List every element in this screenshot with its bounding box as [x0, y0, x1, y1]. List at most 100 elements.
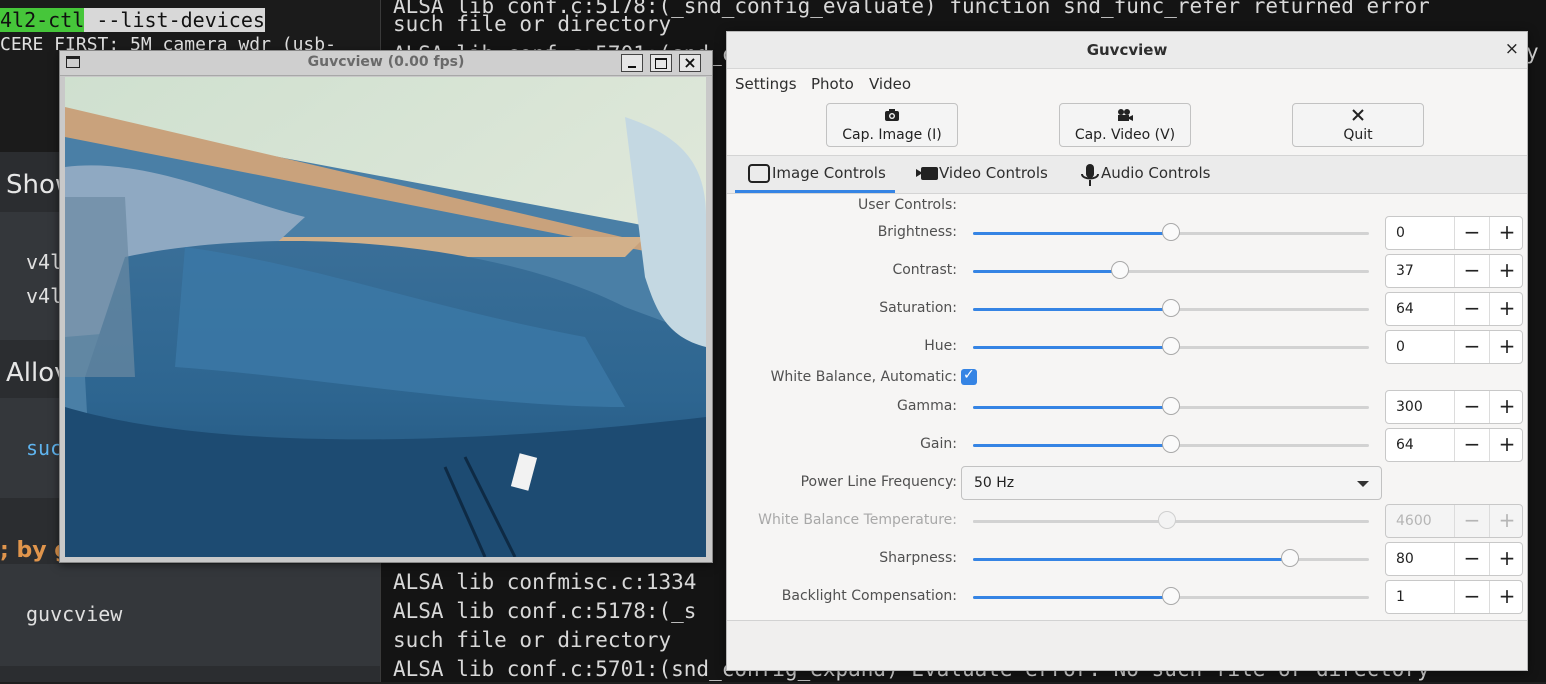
control-slider[interactable] — [973, 261, 1369, 279]
white-balance-auto-checkbox[interactable]: ✓ — [961, 367, 977, 385]
tab-label: Video Controls — [939, 164, 1048, 182]
decrement-button[interactable]: − — [1454, 331, 1489, 363]
control-value: 37 — [1396, 263, 1414, 279]
control-label: Gamma: — [897, 398, 957, 414]
section-label: User Controls: — [858, 197, 957, 213]
slider-knob — [1158, 511, 1177, 529]
slider-knob[interactable] — [1110, 261, 1129, 279]
increment-button: + — [1489, 505, 1524, 537]
control-value: 64 — [1396, 437, 1414, 453]
slider-knob[interactable] — [1162, 223, 1180, 241]
slider-fill — [973, 520, 1168, 523]
terminal-line: such file or directory — [393, 12, 672, 36]
increment-button[interactable]: + — [1489, 293, 1524, 325]
close-button[interactable]: × — [679, 53, 701, 72]
control-label: White Balance Temperature: — [758, 512, 957, 528]
decrement-button[interactable]: − — [1454, 543, 1489, 575]
close-window-button[interactable]: × — [1505, 39, 1519, 59]
decrement-button[interactable]: − — [1454, 581, 1489, 613]
increment-button[interactable]: + — [1489, 331, 1524, 363]
capture-video-button[interactable]: Cap. Video (V) — [1059, 103, 1191, 147]
video-preview-window[interactable]: Guvcview (0.00 fps) × — [59, 50, 713, 563]
slider-knob[interactable] — [1162, 397, 1180, 415]
control-slider[interactable] — [973, 435, 1369, 453]
slider-knob[interactable] — [1162, 337, 1180, 355]
slider-knob[interactable] — [1162, 299, 1180, 317]
section-header: User Controls: — [727, 194, 1527, 214]
status-area — [727, 620, 1527, 670]
menu-photo[interactable]: Photo — [811, 75, 854, 93]
control-slider[interactable] — [973, 223, 1369, 241]
control-label: Gain: — [920, 436, 957, 452]
controls-window-title: Guvcview — [1086, 41, 1168, 59]
close-icon — [1293, 108, 1423, 126]
control-slider[interactable] — [973, 397, 1369, 415]
microphone-icon — [1080, 164, 1100, 186]
increment-button[interactable]: + — [1489, 217, 1524, 249]
decrement-button[interactable]: − — [1454, 429, 1489, 461]
control-spinbutton[interactable]: 0 − + — [1385, 216, 1523, 250]
capture-image-button[interactable]: Cap. Image (I) — [826, 103, 958, 147]
slider-fill — [973, 558, 1290, 561]
menu-video[interactable]: Video — [869, 75, 911, 93]
white-balance-auto-label: White Balance, Automatic: — [770, 369, 957, 385]
control-slider[interactable] — [973, 587, 1369, 605]
increment-button[interactable]: + — [1489, 429, 1524, 461]
tab-image-controls[interactable]: Image Controls — [735, 156, 895, 193]
decrement-button[interactable]: − — [1454, 293, 1489, 325]
maximize-button[interactable] — [650, 54, 672, 72]
control-spinbutton[interactable]: 1 − + — [1385, 580, 1523, 614]
slider-fill — [973, 596, 1171, 599]
control-spinbutton[interactable]: 64 − + — [1385, 428, 1523, 462]
controls-window-header[interactable]: Guvcview × — [727, 32, 1527, 69]
control-slider[interactable] — [973, 299, 1369, 317]
decrement-button[interactable]: − — [1454, 391, 1489, 423]
control-value: 0 — [1396, 225, 1405, 241]
minimize-button[interactable] — [621, 54, 643, 72]
video-window-title: Guvcview (0.00 fps) — [307, 54, 465, 70]
slider-knob[interactable] — [1162, 435, 1180, 453]
slider-fill — [973, 346, 1171, 349]
control-spinbutton[interactable]: 37 − + — [1385, 254, 1523, 288]
tab-video-controls[interactable]: Video Controls — [915, 156, 1055, 193]
control-value: 80 — [1396, 551, 1414, 567]
decrement-button[interactable]: − — [1454, 255, 1489, 287]
control-label: Hue: — [924, 338, 957, 354]
quit-label: Quit — [1343, 127, 1373, 143]
contrast-row: Contrast: 37 − + — [727, 253, 1527, 289]
increment-button[interactable]: + — [1489, 581, 1524, 613]
control-slider[interactable] — [973, 337, 1369, 355]
increment-button[interactable]: + — [1489, 391, 1524, 423]
terminal-line: such file or directory — [393, 628, 672, 652]
menu-settings[interactable]: Settings — [735, 75, 797, 93]
backlight-compensation-row: Backlight Compensation: 1 − + — [727, 579, 1527, 615]
camera-frame-image — [65, 77, 706, 557]
power-line-frequency-label: Power Line Frequency: — [800, 474, 957, 490]
increment-button[interactable]: + — [1489, 543, 1524, 575]
slider-knob[interactable] — [1162, 587, 1180, 605]
control-spinbutton[interactable]: 300 − + — [1385, 390, 1523, 424]
power-line-frequency-select[interactable]: 50 Hz — [961, 466, 1382, 500]
video-camera-icon — [1060, 108, 1190, 126]
slider-knob[interactable] — [1280, 549, 1299, 567]
tab-audio-controls[interactable]: Audio Controls — [1079, 156, 1219, 193]
control-slider[interactable] — [973, 549, 1369, 567]
quit-button[interactable]: Quit — [1292, 103, 1424, 147]
control-spinbutton[interactable]: 80 − + — [1385, 542, 1523, 576]
controls-window[interactable]: Guvcview × Settings Photo Video Cap. Ima… — [726, 31, 1528, 671]
command-line: 4l2-ctl --list-devices — [0, 8, 265, 32]
control-spinbutton[interactable]: 0 − + — [1385, 330, 1523, 364]
control-value: 64 — [1396, 301, 1414, 317]
slider-fill — [973, 308, 1171, 311]
control-spinbutton[interactable]: 64 − + — [1385, 292, 1523, 326]
decrement-button[interactable]: − — [1454, 217, 1489, 249]
increment-button[interactable]: + — [1489, 255, 1524, 287]
tab-label: Image Controls — [772, 164, 886, 182]
decrement-button: − — [1454, 505, 1489, 537]
checkmark-icon: ✓ — [963, 367, 975, 383]
control-label: Saturation: — [879, 300, 957, 316]
slider-fill — [973, 232, 1171, 235]
control-value: 1 — [1396, 589, 1405, 605]
video-window-titlebar[interactable]: Guvcview (0.00 fps) × — [60, 51, 712, 76]
video-icon — [916, 164, 938, 182]
